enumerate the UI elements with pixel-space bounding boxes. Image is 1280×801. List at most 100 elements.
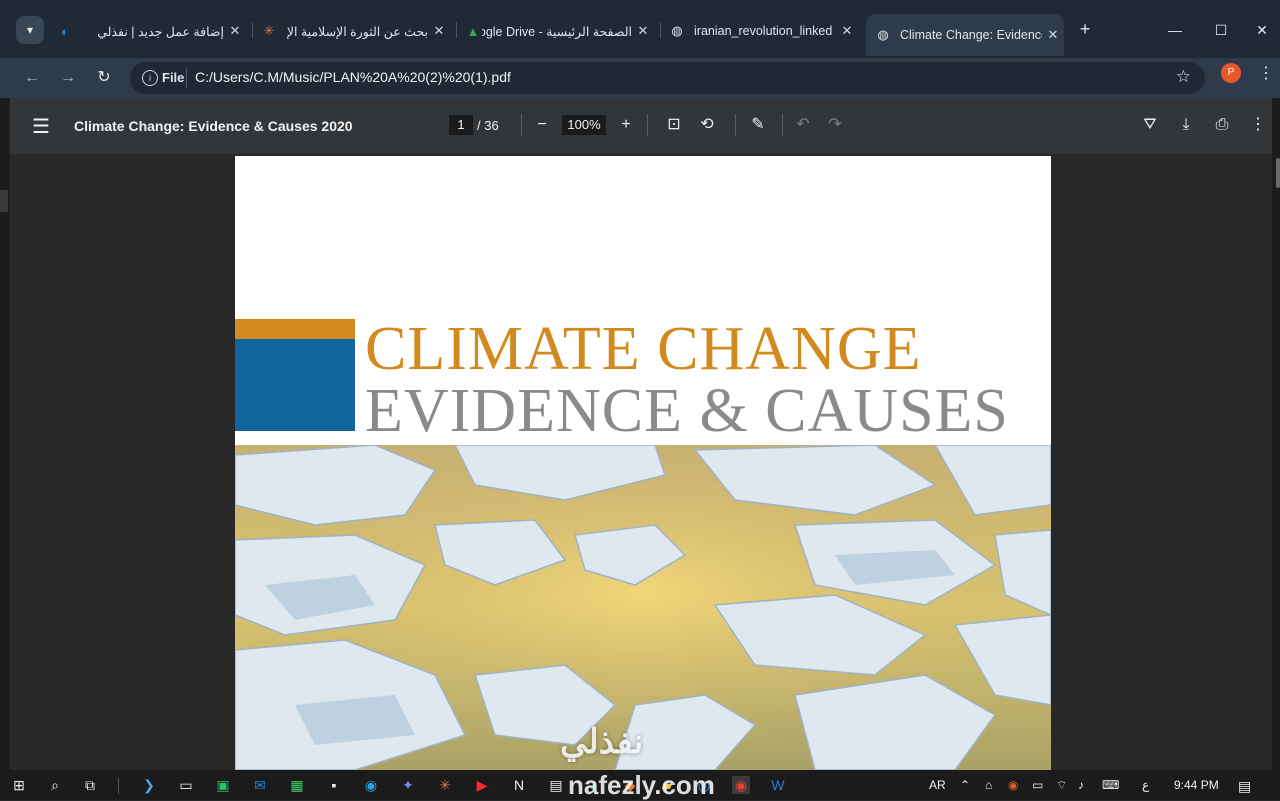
- windows-start-icon[interactable]: ⊞: [10, 776, 28, 794]
- url-text[interactable]: C:/Users/C.M/Music/PLAN%20A%20(2)%20(1).…: [195, 69, 511, 85]
- save-to-drive-button[interactable]: ⛛: [1139, 114, 1161, 136]
- zoom-input[interactable]: 100%: [562, 115, 606, 135]
- task-view-icon[interactable]: ⧉: [81, 776, 99, 794]
- drive-add-icon: ⛛: [1143, 116, 1157, 133]
- arrow-right-icon: →: [60, 69, 76, 86]
- claude-icon: ✳: [263, 23, 275, 38]
- pdf-page: CLIMATE CHANGE EVIDENCE & CAUSES: [235, 156, 1051, 770]
- cover-title-line2: EVIDENCE & CAUSES: [365, 377, 1009, 445]
- fit-page-icon: ⊡: [667, 116, 681, 133]
- bookmark-star-icon[interactable]: ☆: [1176, 67, 1191, 87]
- tab-claude[interactable]: ✳ بحث عن الثورة الإسلامية الإ ✕: [260, 14, 450, 48]
- outlook-icon[interactable]: ✉: [251, 776, 269, 794]
- page-total: / 36: [477, 118, 499, 133]
- chrome-icon[interactable]: ◉: [732, 776, 750, 794]
- undo-icon: ↶: [796, 116, 810, 133]
- app-grid-icon[interactable]: ▦: [288, 776, 306, 794]
- intellij-icon[interactable]: ▪: [325, 776, 343, 794]
- input-mode-indicator[interactable]: ع: [1142, 778, 1149, 792]
- url-scheme-chip[interactable]: File: [162, 70, 184, 85]
- chevron-up-icon[interactable]: ⌃: [960, 778, 970, 792]
- document-title: Climate Change: Evidence & Causes 2020: [74, 118, 353, 134]
- cover-title-line1: CLIMATE CHANGE: [365, 315, 922, 383]
- logo-blue-block: [235, 339, 355, 431]
- maximize-button[interactable]: ☐: [1198, 16, 1244, 44]
- page-number-input[interactable]: 1: [449, 115, 473, 135]
- reload-button[interactable]: ↻: [90, 64, 118, 92]
- clock[interactable]: 9:44 PM: [1174, 778, 1219, 792]
- close-tab-icon[interactable]: ✕: [1042, 27, 1064, 43]
- close-window-button[interactable]: ✕: [1244, 16, 1280, 44]
- zoom-in-button[interactable]: +: [615, 114, 637, 136]
- watermark-latin: nafezly.com: [568, 770, 715, 800]
- more-actions-button[interactable]: ⋮: [1247, 114, 1269, 136]
- maximize-icon: ☐: [1214, 22, 1228, 38]
- print-button[interactable]: ⎙: [1211, 114, 1233, 136]
- left-edge: [0, 98, 10, 770]
- forward-button[interactable]: →: [54, 64, 82, 92]
- close-tab-icon[interactable]: ✕: [428, 23, 450, 39]
- scrollbar-thumb[interactable]: [1276, 158, 1280, 188]
- tab-climate-change[interactable]: ◍ Climate Change: Evidence ✕: [866, 14, 1064, 56]
- download-button[interactable]: ⤓: [1175, 114, 1197, 136]
- close-icon: ✕: [1256, 22, 1268, 38]
- edge-icon[interactable]: ◉: [362, 776, 380, 794]
- pycharm-icon[interactable]: ▣: [214, 776, 232, 794]
- watermark-arabic: نفذلي: [560, 723, 644, 761]
- wifi-icon[interactable]: ⌔: [1056, 778, 1067, 793]
- back-button[interactable]: ←: [18, 64, 46, 92]
- google-drive-icon: ▲: [466, 23, 480, 39]
- battery-icon[interactable]: ▭: [1032, 778, 1043, 792]
- tab-title: iranian_revolution_linked: [694, 24, 833, 38]
- profile-avatar[interactable]: P: [1221, 63, 1241, 83]
- tab-title: الصفحة الرئيسية - Google Drive: [482, 24, 632, 39]
- info-icon[interactable]: i: [142, 70, 158, 86]
- pdf-toolbar: ☰ Climate Change: Evidence & Causes 2020…: [10, 98, 1272, 154]
- notifications-icon[interactable]: ▤: [1238, 778, 1251, 795]
- redo-icon: ↷: [828, 116, 842, 133]
- tab-nafzly[interactable]: ◐ إضافة عمل جديد | نفذلي ✕: [56, 14, 246, 48]
- word-icon[interactable]: W: [769, 776, 787, 794]
- search-icon[interactable]: ⌕: [46, 776, 64, 794]
- browser-toolbar: ← → ↻ i File C:/Users/C.M/Music/PLAN%20A…: [0, 58, 1280, 98]
- zoom-out-button[interactable]: −: [531, 114, 553, 136]
- browser-menu-icon[interactable]: ⋮: [1258, 63, 1274, 85]
- rotate-icon: ⟲: [700, 116, 714, 133]
- redo-button[interactable]: ↷: [824, 114, 846, 136]
- annotate-button[interactable]: ✎: [747, 114, 769, 136]
- powershell-icon[interactable]: ❯: [140, 776, 158, 794]
- draw-icon: ✎: [751, 116, 765, 133]
- minimize-button[interactable]: —: [1152, 16, 1198, 44]
- notion-icon[interactable]: N: [510, 776, 528, 794]
- claude-icon[interactable]: ✳: [436, 776, 454, 794]
- arrow-left-icon: ←: [24, 69, 40, 86]
- close-tab-icon[interactable]: ✕: [632, 23, 654, 39]
- teams-icon[interactable]: ✦: [399, 776, 417, 794]
- tab-google-drive[interactable]: ▲ الصفحة الرئيسية - Google Drive ✕: [464, 14, 654, 48]
- chrome-tray-icon[interactable]: ◉: [1008, 778, 1018, 792]
- fit-to-page-button[interactable]: ⊡: [663, 114, 685, 136]
- keyboard-icon[interactable]: ⌨: [1102, 778, 1119, 792]
- tab-title: بحث عن الثورة الإسلامية الإ: [286, 24, 428, 39]
- close-tab-icon[interactable]: ✕: [224, 23, 246, 39]
- tab-title: Climate Change: Evidence: [900, 28, 1042, 42]
- nafzly-icon: ◐: [61, 23, 69, 39]
- new-tab-button[interactable]: +: [1074, 18, 1096, 40]
- vertical-scrollbar[interactable]: [1272, 98, 1280, 770]
- rotate-button[interactable]: ⟲: [696, 114, 718, 136]
- volume-icon[interactable]: ♪: [1078, 778, 1084, 792]
- close-tab-icon[interactable]: ✕: [836, 23, 858, 39]
- tab-title: إضافة عمل جديد | نفذلي: [97, 24, 224, 39]
- menu-icon[interactable]: ☰: [32, 114, 50, 139]
- terminal-icon[interactable]: ▭: [177, 776, 195, 794]
- usb-icon[interactable]: ⌂: [985, 778, 992, 792]
- globe-icon: ◍: [877, 27, 889, 42]
- reload-icon: ↻: [97, 69, 111, 86]
- notepad-icon[interactable]: ▤: [547, 776, 565, 794]
- language-indicator[interactable]: AR: [929, 778, 946, 792]
- address-bar[interactable]: i File C:/Users/C.M/Music/PLAN%20A%20(2)…: [130, 62, 1205, 94]
- youtube-icon[interactable]: ▶: [473, 776, 491, 794]
- tab-search-button[interactable]: ▾: [16, 16, 44, 44]
- tab-iranian-revolution[interactable]: ◍ iranian_revolution_linked ✕: [668, 14, 858, 48]
- undo-button[interactable]: ↶: [792, 114, 814, 136]
